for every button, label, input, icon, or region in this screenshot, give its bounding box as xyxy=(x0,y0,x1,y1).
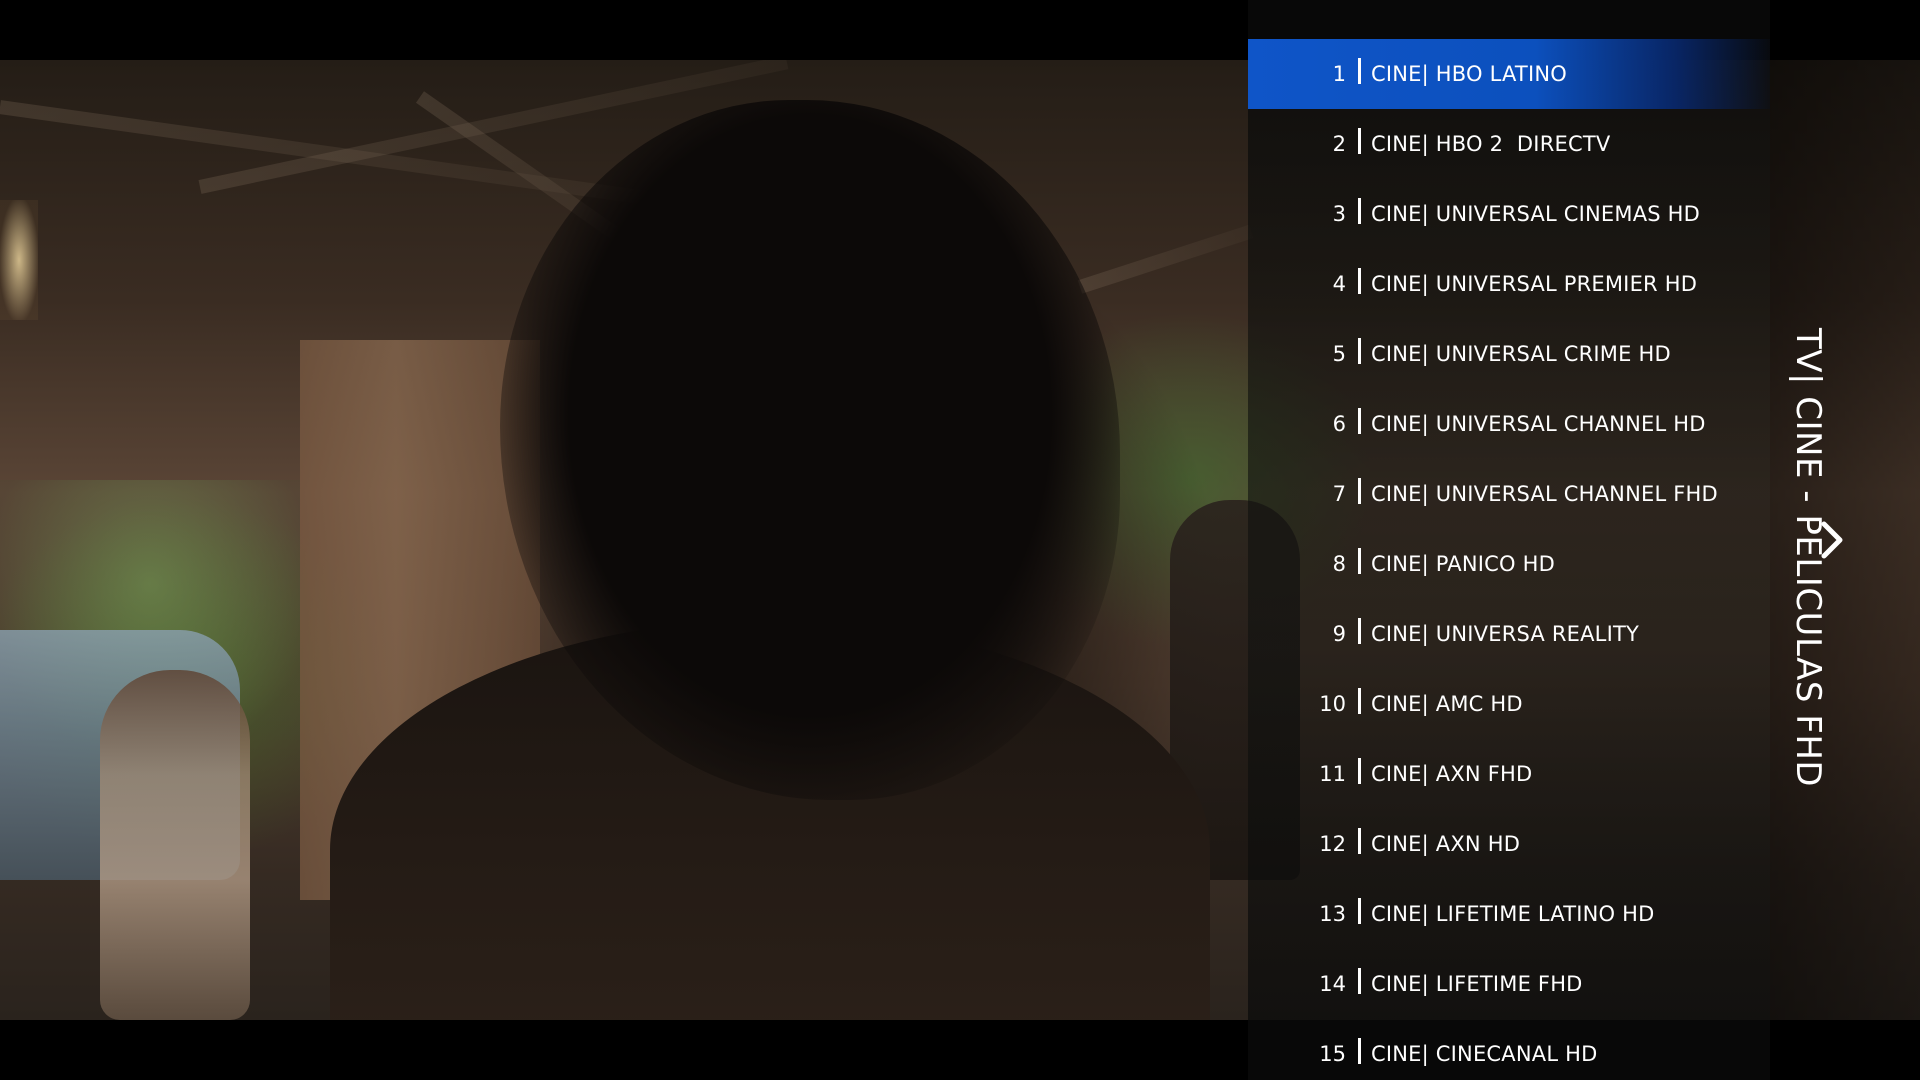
channel-name: CINE| UNIVERSAL CHANNEL HD xyxy=(1371,412,1706,436)
channel-number: 2 xyxy=(1332,132,1346,156)
channel-list-panel[interactable]: 1 CINE| HBO LATINO 2 CINE| HBO 2 DIRECTV 3 CI… xyxy=(1248,0,1770,1080)
channel-name: CINE| UNIVERSA REALITY xyxy=(1371,622,1640,646)
channel-item[interactable]: 6 CINE| UNIVERSAL CHANNEL HD xyxy=(1248,389,1770,459)
channel-name: CINE| UNIVERSAL PREMIER HD xyxy=(1371,272,1698,296)
channel-item[interactable]: 10 CINE| AMC HD xyxy=(1248,669,1770,739)
channel-item[interactable]: 3 CINE| UNIVERSAL CINEMAS HD xyxy=(1248,179,1770,249)
channel-separator xyxy=(1358,1038,1361,1064)
channel-name: CINE| UNIVERSAL CINEMAS HD xyxy=(1371,202,1701,226)
channel-item[interactable]: 5 CINE| UNIVERSAL CRIME HD xyxy=(1248,319,1770,389)
channel-separator xyxy=(1358,58,1361,84)
channel-number: 4 xyxy=(1332,272,1346,296)
video-scene-lamp xyxy=(0,200,38,320)
chevron-right-icon[interactable] xyxy=(1818,518,1846,562)
channel-number: 6 xyxy=(1332,412,1346,436)
channel-item[interactable]: 8 CINE| PANICO HD xyxy=(1248,529,1770,599)
channel-separator xyxy=(1358,898,1361,924)
channel-number: 13 xyxy=(1319,902,1346,926)
channel-number: 3 xyxy=(1332,202,1346,226)
channel-name: CINE| CINECANAL HD xyxy=(1371,1042,1598,1066)
channel-separator xyxy=(1358,198,1361,224)
channel-item[interactable]: 9 CINE| UNIVERSA REALITY xyxy=(1248,599,1770,669)
channel-separator xyxy=(1358,128,1361,154)
channel-name: CINE| UNIVERSAL CHANNEL FHD xyxy=(1371,482,1718,506)
channel-item[interactable]: 13 CINE| LIFETIME LATINO HD xyxy=(1248,879,1770,949)
channel-name: CINE| HBO LATINO xyxy=(1371,62,1567,86)
channel-number: 8 xyxy=(1332,552,1346,576)
channel-item[interactable]: 15 CINE| CINECANAL HD xyxy=(1248,1019,1770,1080)
channel-separator xyxy=(1358,688,1361,714)
channel-separator xyxy=(1358,268,1361,294)
channel-name: CINE| LIFETIME FHD xyxy=(1371,972,1583,996)
channel-item[interactable]: 7 CINE| UNIVERSAL CHANNEL FHD xyxy=(1248,459,1770,529)
channel-separator xyxy=(1358,968,1361,994)
channel-separator xyxy=(1358,758,1361,784)
channel-name: CINE| AMC HD xyxy=(1371,692,1523,716)
channel-item[interactable]: 4 CINE| UNIVERSAL PREMIER HD xyxy=(1248,249,1770,319)
channel-item[interactable]: 12 CINE| AXN HD xyxy=(1248,809,1770,879)
iptv-player-screen: 1 CINE| HBO LATINO 2 CINE| HBO 2 DIRECTV 3 CI… xyxy=(0,0,1920,1080)
channel-number: 7 xyxy=(1332,482,1346,506)
channel-number: 10 xyxy=(1319,692,1346,716)
channel-number: 11 xyxy=(1319,762,1346,786)
channel-item[interactable]: 2 CINE| HBO 2 DIRECTV xyxy=(1248,109,1770,179)
channel-number: 1 xyxy=(1332,62,1346,86)
channel-number: 5 xyxy=(1332,342,1346,366)
video-scene-beam xyxy=(1077,224,1254,294)
channel-item[interactable]: 11 CINE| AXN FHD xyxy=(1248,739,1770,809)
channel-number: 14 xyxy=(1319,972,1346,996)
channel-name: CINE| UNIVERSAL CRIME HD xyxy=(1371,342,1671,366)
channel-separator xyxy=(1358,548,1361,574)
channel-item[interactable]: 1 CINE| HBO LATINO xyxy=(1248,39,1770,109)
video-scene-person xyxy=(100,670,250,1020)
channel-number: 12 xyxy=(1319,832,1346,856)
channel-name: CINE| LIFETIME LATINO HD xyxy=(1371,902,1655,926)
channel-separator xyxy=(1358,478,1361,504)
channel-name: CINE| AXN HD xyxy=(1371,832,1521,856)
channel-number: 9 xyxy=(1332,622,1346,646)
channel-number: 15 xyxy=(1319,1042,1346,1066)
channel-item[interactable]: 14 CINE| LIFETIME FHD xyxy=(1248,949,1770,1019)
channel-name: CINE| AXN FHD xyxy=(1371,762,1533,786)
channel-separator xyxy=(1358,828,1361,854)
channel-separator xyxy=(1358,408,1361,434)
channel-name: CINE| HBO 2 DIRECTV xyxy=(1371,132,1611,156)
channel-name: CINE| PANICO HD xyxy=(1371,552,1556,576)
channel-separator xyxy=(1358,338,1361,364)
channel-separator xyxy=(1358,618,1361,644)
